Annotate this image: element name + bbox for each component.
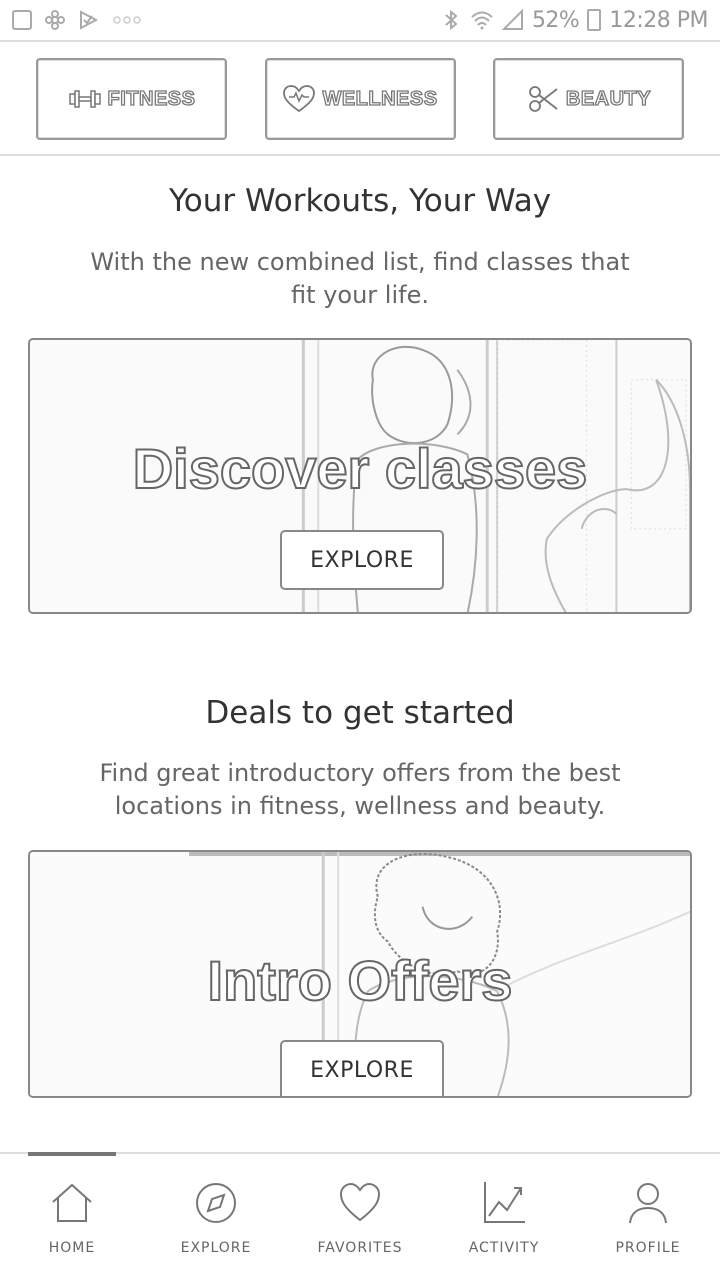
section-title-deals: Deals to get started xyxy=(205,695,515,731)
nav-item-favorites[interactable]: FAVORITES xyxy=(288,1154,432,1280)
category-beauty-button[interactable]: BEAUTY xyxy=(493,58,684,140)
nav-label-explore: EXPLORE xyxy=(180,1240,252,1256)
gallery-icon xyxy=(12,10,32,30)
nav-item-profile[interactable]: PROFILE xyxy=(576,1154,720,1280)
scissors-icon xyxy=(528,86,558,112)
wifi-icon xyxy=(471,11,493,30)
category-wellness-label: WELLNESS xyxy=(322,87,438,110)
person-icon xyxy=(629,1183,667,1224)
intro-offers-banner[interactable]: Intro Offers EXPLORE xyxy=(28,850,692,1098)
category-tabs: FITNESS WELLNESS BEAUTY xyxy=(0,58,720,154)
category-wellness-button[interactable]: WELLNESS xyxy=(264,58,456,140)
chart-icon xyxy=(484,1182,525,1223)
discover-classes-banner[interactable]: Discover classes EXPLORE xyxy=(28,338,692,614)
battery-percent: 52% xyxy=(531,7,580,33)
dumbbell-icon xyxy=(68,90,101,108)
battery-icon xyxy=(587,9,602,31)
pinwheel-icon xyxy=(45,10,65,30)
home-icon xyxy=(52,1183,92,1222)
nav-item-explore[interactable]: EXPLORE xyxy=(144,1154,288,1280)
bottom-nav: HOME EXPLORE FAVORITES ACTIVITY PROFILE xyxy=(0,1152,720,1280)
section-subtitle-deals: Find great introductory offers from the … xyxy=(99,759,621,820)
nav-item-activity[interactable]: ACTIVITY xyxy=(432,1154,576,1280)
section-title-workouts: Your Workouts, Your Way xyxy=(168,183,552,219)
intro-offers-title: Intro Offers xyxy=(207,948,514,1013)
status-right: 52% 12:28 PM xyxy=(440,8,708,33)
category-beauty-label: BEAUTY xyxy=(565,87,652,110)
bluetooth-icon xyxy=(445,9,458,31)
more-dots-icon xyxy=(113,16,141,24)
divider xyxy=(0,154,720,156)
section-subtitle-workouts: With the new combined list, find classes… xyxy=(90,248,630,309)
explore-classes-button[interactable]: EXPLORE xyxy=(280,530,444,590)
status-time: 12:28 PM xyxy=(609,7,708,33)
discover-classes-title: Discover classes xyxy=(132,436,589,501)
category-fitness-button[interactable]: FITNESS xyxy=(36,58,227,140)
compass-icon xyxy=(196,1183,236,1223)
category-fitness-label: FITNESS xyxy=(107,87,196,110)
nav-item-home[interactable]: HOME xyxy=(0,1154,144,1280)
heart-icon xyxy=(339,1182,381,1222)
nav-label-profile: PROFILE xyxy=(615,1240,681,1256)
nav-label-favorites: FAVORITES xyxy=(317,1240,403,1256)
nav-label-home: HOME xyxy=(48,1240,96,1256)
explore-offers-button[interactable]: EXPLORE xyxy=(280,1040,444,1096)
status-left xyxy=(12,9,142,31)
signal-icon xyxy=(501,9,523,30)
nav-active-indicator xyxy=(28,1152,116,1156)
check-flag-icon xyxy=(80,10,99,30)
heart-pulse-icon xyxy=(283,85,316,113)
status-bar: 52% 12:28 PM xyxy=(0,0,720,42)
nav-label-activity: ACTIVITY xyxy=(468,1240,540,1256)
